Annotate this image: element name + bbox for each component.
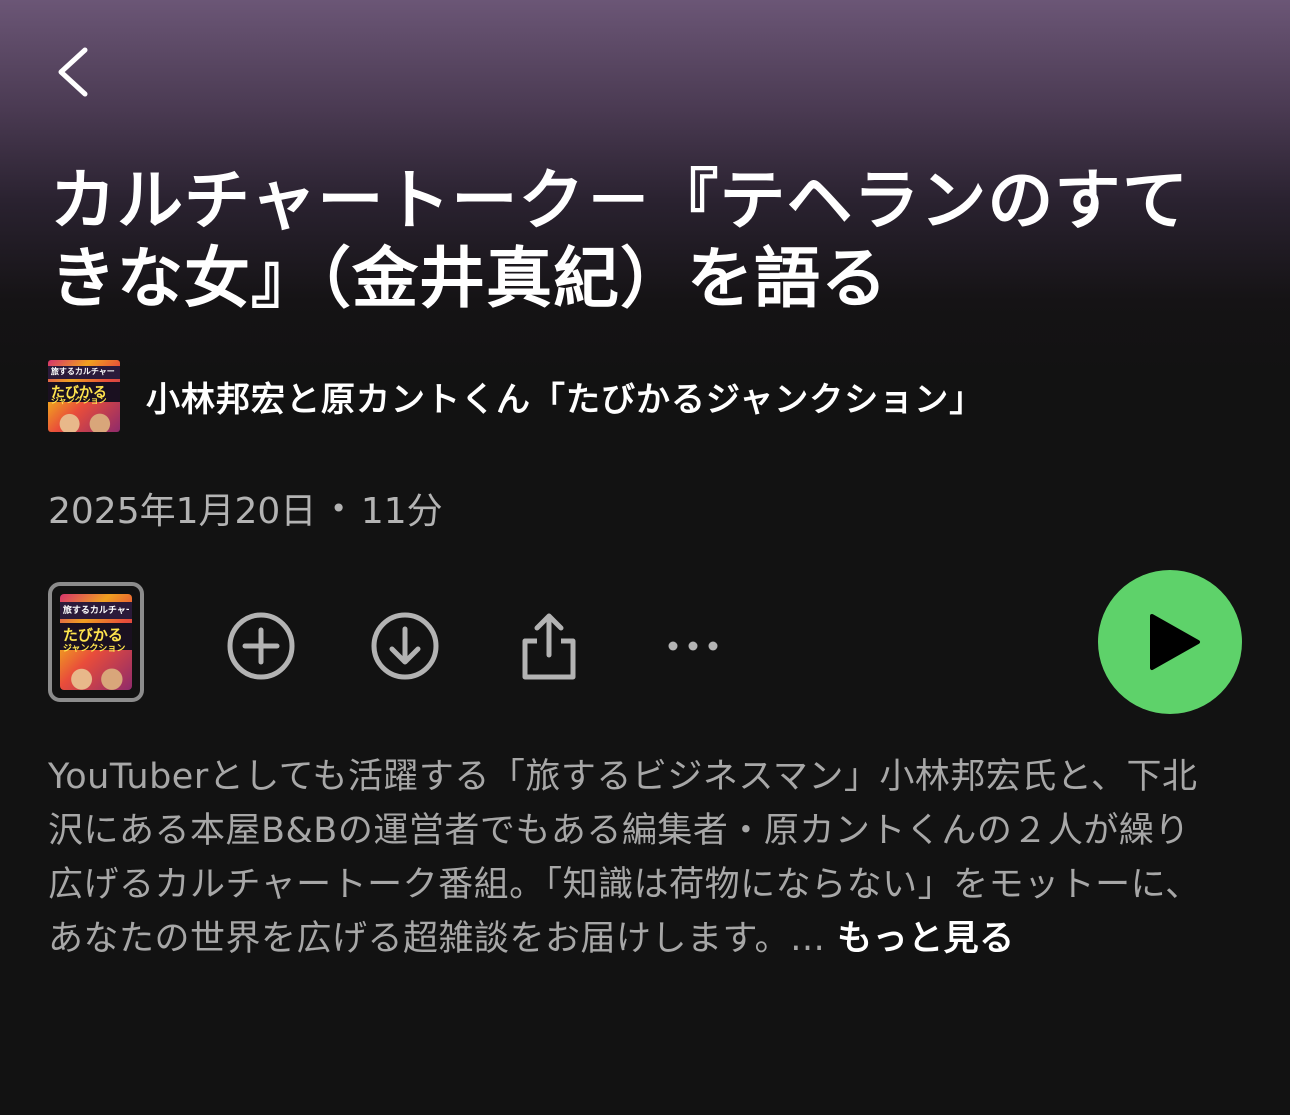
share-icon: [522, 613, 576, 680]
chevron-left-icon: [58, 47, 88, 97]
description-text: YouTuberとしても活躍する「旅するビジネスマン」小林邦宏氏と、下北沢にある…: [48, 757, 1201, 959]
show-name: 小林邦宏と原カントくん「たびかるジャンクション」: [146, 379, 985, 420]
episode-controls: 旅するカルチャートーク たびかる ジャンクション: [48, 570, 1242, 714]
episode-title: カルチャートーク－『テヘランのすてきな女』（金井真紀）を語る: [50, 162, 1189, 317]
download-circle-icon: [371, 612, 439, 680]
meta-separator: •: [330, 491, 347, 525]
episode-date: 2025年1月20日: [48, 491, 317, 532]
show-more-link[interactable]: もっと見る: [837, 919, 1015, 959]
add-to-library-button[interactable]: [225, 610, 297, 682]
episode-artwork-subtitle: ジャンクション: [62, 644, 126, 655]
episode-artwork-caption: 旅するカルチャートーク: [62, 605, 129, 616]
share-button[interactable]: [513, 610, 585, 682]
download-button[interactable]: [369, 610, 441, 682]
episode-description: YouTuberとしても活躍する「旅するビジネスマン」小林邦宏氏と、下北沢にある…: [48, 750, 1218, 966]
show-artwork-caption: 旅するカルチャートーク: [50, 367, 117, 377]
more-options-button[interactable]: [657, 610, 729, 682]
more-horizontal-icon: [668, 641, 718, 651]
plus-circle-icon: [227, 612, 295, 680]
episode-page: カルチャートーク－『テヘランのすてきな女』（金井真紀）を語る 旅するカルチャート…: [0, 0, 1290, 1115]
episode-cover-button[interactable]: 旅するカルチャートーク たびかる ジャンクション: [48, 582, 144, 702]
episode-duration: 11分: [360, 491, 443, 532]
show-artwork-subtitle: ジャンクション: [50, 396, 107, 406]
play-button[interactable]: [1098, 570, 1242, 714]
show-link[interactable]: 旅するカルチャートーク たびかる ジャンクション 小林邦宏と原カントくん「たびか…: [48, 359, 984, 433]
back-button[interactable]: [44, 42, 100, 102]
episode-artwork: 旅するカルチャートーク たびかる ジャンクション: [60, 594, 132, 690]
show-artwork: 旅するカルチャートーク たびかる ジャンクション: [48, 360, 120, 432]
episode-meta: 2025年1月20日 • 11分: [48, 482, 443, 534]
play-icon: [1150, 614, 1200, 670]
